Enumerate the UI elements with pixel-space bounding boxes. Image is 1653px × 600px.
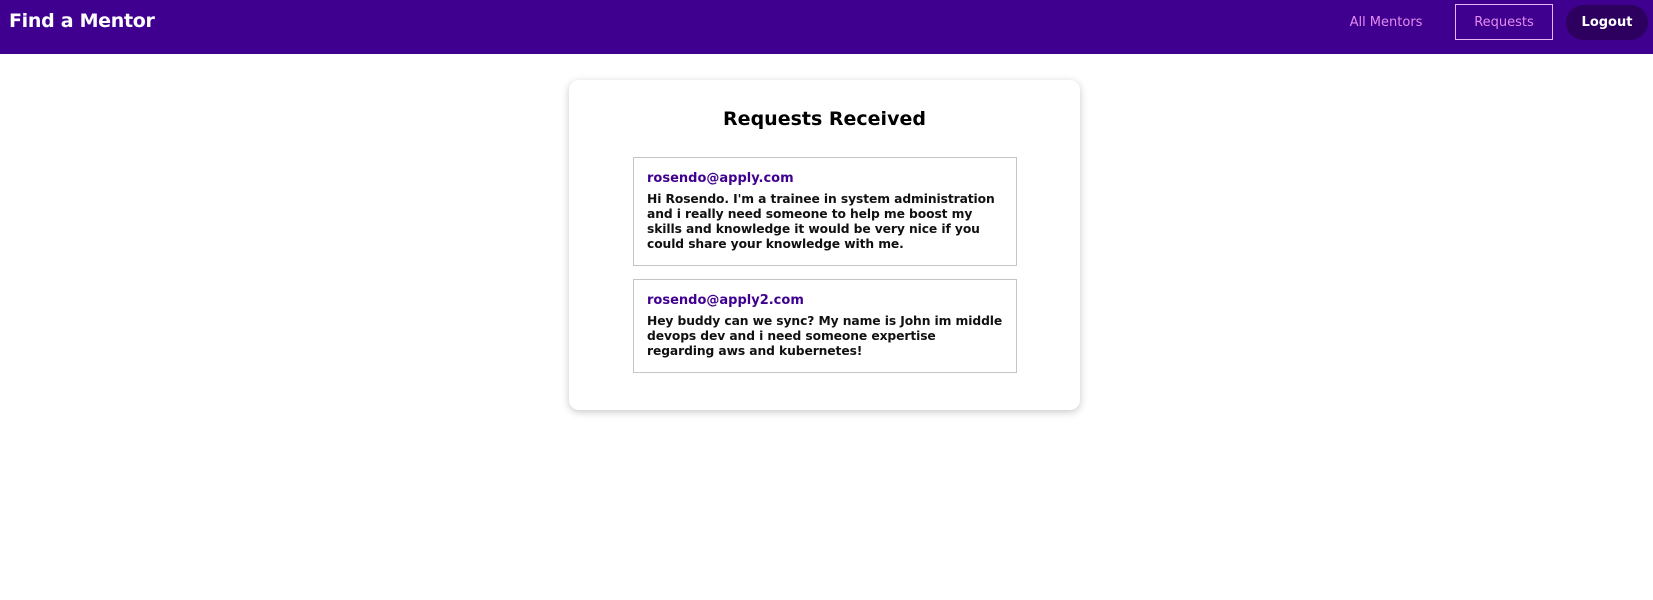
request-email: rosendo@apply.com xyxy=(647,171,794,186)
request-message: Hey buddy can we sync? My name is John i… xyxy=(647,314,1003,358)
brand-logo-link[interactable]: Find a Mentor xyxy=(9,10,155,32)
top-navbar: Find a Mentor All Mentors Requests Logou… xyxy=(0,0,1653,54)
requests-card: Requests Received rosendo@apply.com Hi R… xyxy=(569,80,1080,410)
page-title: Requests Received xyxy=(723,108,926,130)
request-item: rosendo@apply2.com Hey buddy can we sync… xyxy=(633,279,1017,373)
request-email: rosendo@apply2.com xyxy=(647,293,804,308)
request-item: rosendo@apply.com Hi Rosendo. I'm a trai… xyxy=(633,157,1017,266)
nav-requests-link[interactable]: Requests xyxy=(1455,4,1553,40)
logout-button[interactable]: Logout xyxy=(1566,5,1648,40)
nav-all-mentors-link[interactable]: All Mentors xyxy=(1336,5,1436,40)
request-message: Hi Rosendo. I'm a trainee in system admi… xyxy=(647,192,995,251)
